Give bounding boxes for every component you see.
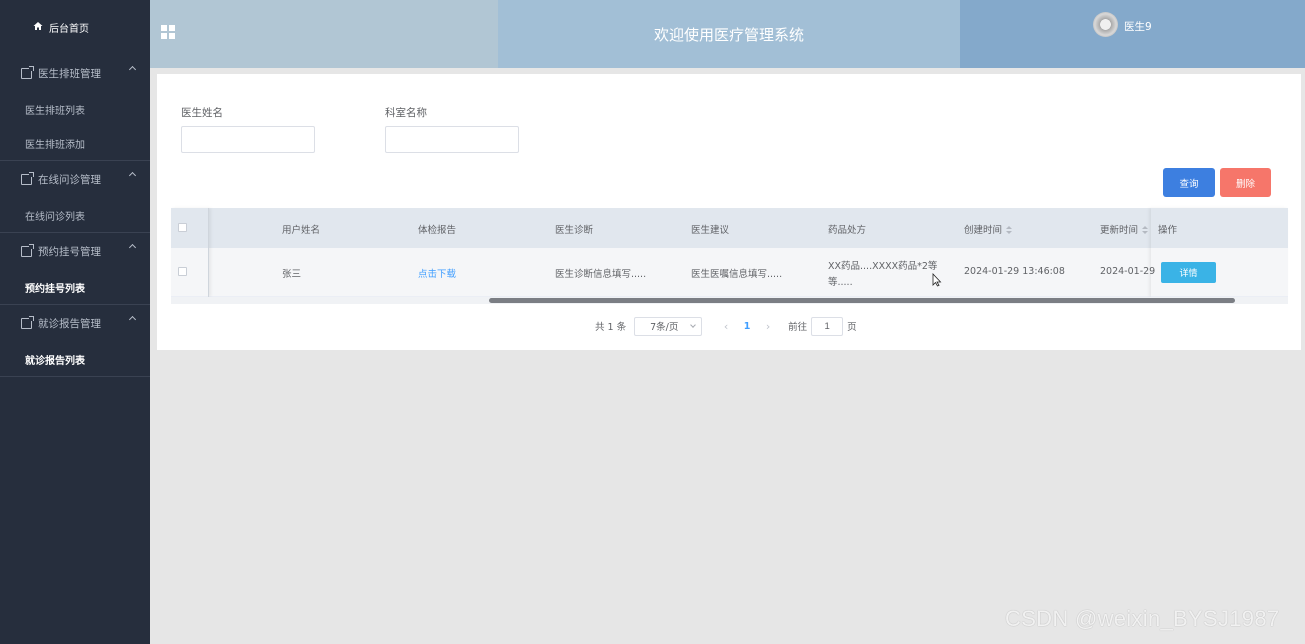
- goto-label: 前往: [788, 322, 808, 333]
- actions-column: [1151, 208, 1288, 297]
- department-label: 科室名称: [385, 107, 427, 119]
- header-title-area: 欢迎使用医疗管理系统: [498, 0, 960, 68]
- cell-created-at: 2024-01-29 13:46:08: [964, 266, 1065, 277]
- pagination-total: 共 1 条: [595, 322, 627, 333]
- selection-column: [171, 208, 209, 297]
- page-title: 欢迎使用医疗管理系统: [653, 25, 804, 44]
- edit-icon: [21, 316, 34, 329]
- sidebar-group-appointment: 预约挂号管理 预约挂号列表: [0, 233, 150, 305]
- download-report-link[interactable]: 点击下载: [418, 266, 456, 280]
- sidebar-item-report-list[interactable]: 就诊报告列表: [0, 342, 150, 376]
- sidebar-group-schedule: 医生排班管理 医生排班列表 医生排班添加: [0, 55, 150, 161]
- delete-button[interactable]: 删除: [1220, 168, 1271, 197]
- column-header-created-label: 创建时间: [964, 225, 1003, 236]
- edit-icon: [21, 244, 34, 257]
- sidebar-home-label: 后台首页: [49, 24, 89, 35]
- edit-icon: [21, 172, 34, 185]
- menu-grid-icon[interactable]: [161, 25, 175, 39]
- table-header: 用户姓名 体检报告 医生诊断 医生建议 药品处方 创建时间 更新时间 操作: [171, 208, 1288, 248]
- sidebar-item-consult-list[interactable]: 在线问诊列表: [0, 198, 150, 232]
- sidebar-group-report: 就诊报告管理 就诊报告列表: [0, 305, 150, 377]
- page-number-current[interactable]: 1: [736, 321, 758, 332]
- sidebar-group-title-consult[interactable]: 在线问诊管理: [0, 161, 150, 198]
- chevron-up-icon: [128, 243, 137, 252]
- page-size-select[interactable]: 7条/页: [634, 316, 703, 336]
- horizontal-scrollbar-thumb[interactable]: [489, 298, 1235, 303]
- cell-prescription-line1: XX药品....XXXX药品*2等: [828, 261, 938, 272]
- content-panel: 医生姓名 科室名称 查询 删除 用户姓名 体检报告 医生诊断 医生建议 药品处方…: [157, 74, 1301, 350]
- table-row: 张三 点击下载 医生诊断信息填写..... 医生医嘱信息填写..... XX药品…: [171, 248, 1288, 297]
- cell-updated-at: 2024-01-29: [1100, 266, 1156, 277]
- sidebar-item-schedule-list[interactable]: 医生排班列表: [0, 92, 150, 126]
- sidebar-group-title-report[interactable]: 就诊报告管理: [0, 305, 150, 342]
- row-checkbox[interactable]: [178, 267, 187, 276]
- user-name[interactable]: 医生9: [1124, 19, 1152, 34]
- sidebar-item-home[interactable]: 后台首页: [0, 0, 150, 55]
- detail-button[interactable]: 详情: [1161, 262, 1216, 283]
- cell-diagnosis: 医生诊断信息填写.....: [555, 269, 647, 280]
- sidebar-group-label: 医生排班管理: [38, 68, 101, 80]
- sidebar-item-schedule-add[interactable]: 医生排班添加: [0, 126, 150, 160]
- page-unit-label: 页: [847, 322, 857, 333]
- edit-icon: [21, 66, 34, 79]
- goto-page-input[interactable]: [811, 316, 844, 336]
- column-header-prescription: 药品处方: [828, 225, 867, 236]
- cell-advice: 医生医嘱信息填写.....: [691, 269, 783, 280]
- sidebar: 后台首页 医生排班管理 医生排班列表 医生排班添加 在线问诊管理 在线问诊列表 …: [0, 0, 150, 644]
- chevron-up-icon: [128, 171, 137, 180]
- column-header-created-at[interactable]: 创建时间: [964, 222, 1013, 236]
- column-header-advice: 医生建议: [691, 225, 730, 236]
- column-header-updated-at[interactable]: 更新时间: [1100, 222, 1149, 236]
- mouse-cursor-icon: [932, 273, 942, 287]
- column-header-diagnosis: 医生诊断: [555, 225, 594, 236]
- column-header-user-name: 用户姓名: [282, 225, 321, 236]
- sort-icon[interactable]: [1006, 226, 1013, 235]
- doctor-name-input[interactable]: [181, 126, 315, 153]
- data-table: 用户姓名 体检报告 医生诊断 医生建议 药品处方 创建时间 更新时间 操作 张三…: [171, 208, 1288, 304]
- avatar[interactable]: [1093, 12, 1118, 37]
- chevron-down-icon: [690, 321, 696, 328]
- cell-user-name: 张三: [282, 269, 302, 280]
- sidebar-group-title-schedule[interactable]: 医生排班管理: [0, 55, 150, 92]
- home-icon: [33, 21, 43, 34]
- sidebar-group-label: 在线问诊管理: [38, 174, 101, 186]
- sort-icon[interactable]: [1142, 226, 1149, 235]
- cell-prescription-line2: 等.....: [828, 277, 853, 288]
- page-size-value: 7条/页: [650, 322, 679, 333]
- sidebar-group-consult: 在线问诊管理 在线问诊列表: [0, 161, 150, 233]
- query-button[interactable]: 查询: [1163, 168, 1215, 197]
- doctor-name-label: 医生姓名: [181, 107, 223, 119]
- select-all-checkbox[interactable]: [178, 223, 187, 232]
- watermark: CSDN @weixin_BYSJ1987: [1005, 606, 1280, 631]
- sidebar-group-label: 预约挂号管理: [38, 246, 101, 258]
- top-header: 欢迎使用医疗管理系统 医生9: [150, 0, 1305, 68]
- next-page-button[interactable]: ›: [758, 320, 778, 333]
- pagination: 共 1 条 7条/页 ‹ 1 › 前往 页: [595, 316, 857, 336]
- prev-page-button[interactable]: ‹: [716, 320, 736, 333]
- chevron-up-icon: [128, 65, 137, 74]
- column-header-report: 体检报告: [418, 225, 457, 236]
- user-area[interactable]: 医生9: [960, 0, 1305, 68]
- sidebar-group-label: 就诊报告管理: [38, 318, 101, 330]
- department-input[interactable]: [385, 126, 519, 153]
- sidebar-group-title-appointment[interactable]: 预约挂号管理: [0, 233, 150, 270]
- column-header-updated-label: 更新时间: [1100, 225, 1139, 236]
- chevron-up-icon: [128, 315, 137, 324]
- sidebar-item-appointment-list[interactable]: 预约挂号列表: [0, 270, 150, 304]
